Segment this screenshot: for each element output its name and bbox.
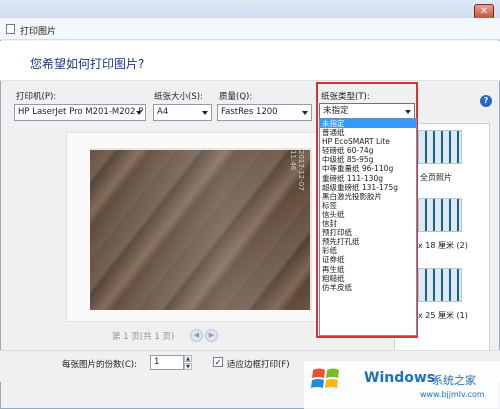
paper-size-value: A4 xyxy=(157,107,169,117)
paper-type-dropdown[interactable]: 未指定 普通纸 HP EcoSMART Lite 轻磅纸 60-74g 中级纸 … xyxy=(319,118,417,336)
layout-label: x 25 厘米 (1) xyxy=(418,311,468,320)
dropdown-option[interactable]: 超级重磅纸 131-175g xyxy=(320,183,416,192)
dropdown-option[interactable]: 信封 xyxy=(320,219,416,228)
page-heading: 您希望如何打印图片? xyxy=(30,57,145,71)
layout-label: 全页照片 xyxy=(420,173,452,182)
quality-value: FastRes 1200 xyxy=(221,107,278,117)
layout-label: x 18 厘米 (2) xyxy=(418,241,468,250)
window-subheader xyxy=(0,18,500,40)
copies-up-button[interactable]: ▲ xyxy=(184,355,192,362)
chevron-down-icon xyxy=(302,111,308,115)
dropdown-option[interactable]: 预先打孔纸 xyxy=(320,237,416,246)
copies-input[interactable]: 1 xyxy=(150,355,184,370)
printer-label: 打印机(P): xyxy=(16,92,57,102)
printer-select[interactable]: HP LaserJet Pro M201-M202 P xyxy=(14,104,146,121)
printer-app-icon xyxy=(6,24,15,34)
window-title: 打印图片 xyxy=(20,27,57,37)
dropdown-option[interactable]: 粗糙纸 xyxy=(320,274,416,283)
layout-thumbnail-full-page[interactable] xyxy=(418,130,462,164)
dropdown-option[interactable]: 彩纸 xyxy=(320,246,416,255)
dropdown-option[interactable]: 信头纸 xyxy=(320,210,416,219)
page-indicator: 第 1 页(共 1 页) xyxy=(112,332,175,342)
copies-label: 每张图片的份数(C): xyxy=(62,360,137,370)
dropdown-option[interactable]: 普通纸 xyxy=(320,128,416,137)
photo-date-stamp: 2017-12-07 11:46 xyxy=(289,150,305,191)
layout-thumbnail-1[interactable] xyxy=(418,268,462,302)
chevron-down-icon xyxy=(202,111,208,115)
printer-select-value: HP LaserJet Pro M201-M202 P xyxy=(18,107,144,117)
quality-label: 质量(Q): xyxy=(219,92,253,102)
watermark-url: www.bjjmlv.com xyxy=(420,390,485,399)
dropdown-option[interactable]: 标签 xyxy=(320,201,416,210)
watermark-brand-cn: 系统之家 xyxy=(432,374,476,387)
paper-size-select[interactable]: A4 xyxy=(153,104,212,121)
dropdown-option[interactable]: 轻磅纸 60-74g xyxy=(320,146,416,155)
photo-shine xyxy=(90,150,310,310)
dropdown-option[interactable]: 重磅纸 111-130g xyxy=(320,174,416,183)
dropdown-option[interactable]: 证券纸 xyxy=(320,255,416,264)
help-icon[interactable]: ? xyxy=(480,95,492,107)
dropdown-option[interactable]: 中等重量纸 96-110g xyxy=(320,164,416,173)
previous-page-button[interactable]: ◀ xyxy=(190,329,203,342)
dropdown-option[interactable]: 再生纸 xyxy=(320,265,416,274)
watermark-brand: Windows xyxy=(364,370,436,386)
dropdown-option[interactable]: 未指定 xyxy=(320,119,416,129)
dropdown-option[interactable]: 中级纸 85-95g xyxy=(320,155,416,164)
chevron-down-icon xyxy=(136,111,142,115)
windows-logo-icon xyxy=(311,368,339,388)
dropdown-option[interactable]: HP EcoSMART Lite xyxy=(320,137,416,146)
quality-select[interactable]: FastRes 1200 xyxy=(217,104,312,121)
photo-preview xyxy=(90,148,312,310)
dropdown-option[interactable]: 预打印纸 xyxy=(320,228,416,237)
dropdown-option[interactable]: 仿羊皮纸 xyxy=(320,283,416,292)
fit-frame-checkbox[interactable]: ✓ xyxy=(213,357,223,367)
paper-size-label: 纸张大小(S): xyxy=(154,92,203,102)
fit-frame-label: 适应边框打印(F) xyxy=(227,360,290,370)
next-page-button[interactable]: ▶ xyxy=(205,329,218,342)
dropdown-option[interactable]: 黑白激光投影胶片 xyxy=(320,192,416,201)
copies-down-button[interactable]: ▼ xyxy=(184,363,192,370)
layout-thumbnail-2[interactable] xyxy=(418,198,462,232)
